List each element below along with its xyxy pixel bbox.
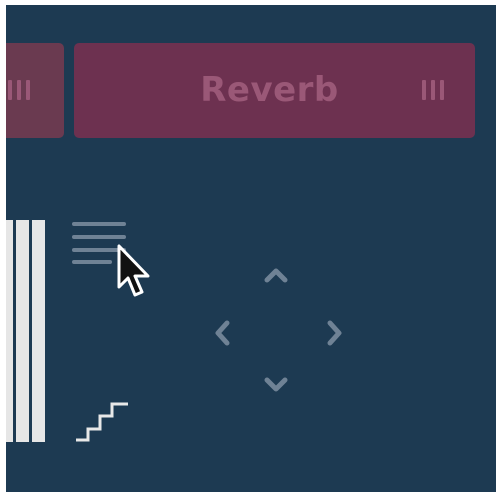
- piano-key[interactable]: [6, 220, 16, 442]
- chevron-left-icon[interactable]: [210, 320, 236, 346]
- plugin-panel: Reverb: [6, 5, 496, 492]
- chevron-down-icon[interactable]: [263, 372, 289, 398]
- effect-slot-reverb[interactable]: Reverb: [74, 43, 475, 138]
- chevron-up-icon[interactable]: [263, 262, 289, 288]
- navigation-pad: [206, 260, 346, 400]
- reverb-label: Reverb: [200, 70, 339, 110]
- drag-grip-icon[interactable]: [422, 80, 444, 100]
- piano-key[interactable]: [16, 220, 32, 442]
- mouse-cursor-icon: [117, 244, 150, 297]
- chevron-right-icon[interactable]: [321, 320, 347, 346]
- piano-keys[interactable]: [6, 220, 48, 442]
- effect-slot-previous[interactable]: [6, 43, 64, 138]
- step-sequence-icon[interactable]: [74, 399, 132, 443]
- drag-grip-icon[interactable]: [8, 80, 30, 100]
- piano-key[interactable]: [32, 220, 48, 442]
